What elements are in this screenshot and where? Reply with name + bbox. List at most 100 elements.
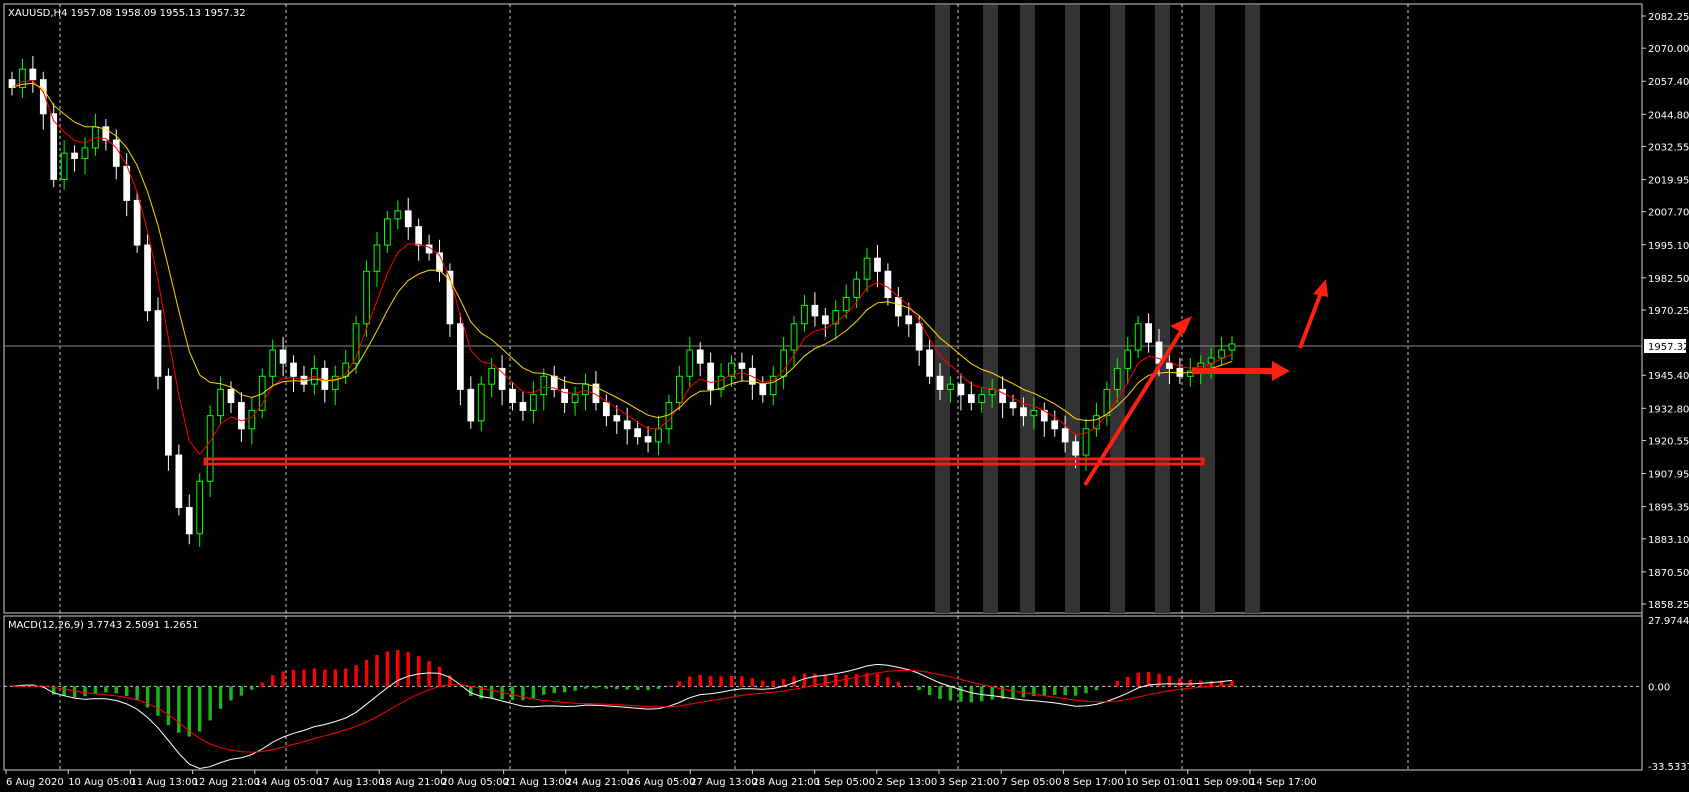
- candle-body: [926, 349, 933, 377]
- candle-body: [707, 362, 714, 390]
- candle-body: [874, 257, 881, 272]
- ma-fast-line: [11, 80, 1233, 456]
- candle-body: [467, 388, 475, 422]
- candle-body: [842, 297, 850, 312]
- time-label: 26 Aug 05:00: [628, 777, 695, 788]
- candle-body: [644, 436, 652, 443]
- candle-body: [238, 402, 245, 430]
- session-band: [1065, 5, 1080, 613]
- candle-body: [154, 310, 162, 377]
- time-label: 14 Sep 17:00: [1250, 777, 1317, 788]
- time-label: 3 Sep 21:00: [939, 777, 999, 788]
- candles: [8, 56, 1236, 547]
- session-band: [935, 5, 950, 613]
- price-label: 1883.10: [1648, 535, 1689, 546]
- candle-body: [999, 388, 1006, 404]
- candle-body: [936, 375, 944, 390]
- candle-body: [133, 199, 141, 246]
- session-band: [1155, 5, 1170, 613]
- candle-body: [905, 315, 913, 325]
- arrowhead-up-1: [1170, 316, 1192, 334]
- moving-averages: [11, 80, 1233, 456]
- candle-body: [967, 394, 975, 404]
- candle-body: [884, 270, 892, 299]
- candle-body: [1061, 428, 1069, 443]
- price-label: 2082.25: [1648, 12, 1689, 23]
- macd-axis: 27.9744 0.00 -33.5337: [1648, 616, 1689, 773]
- price-axis: 2082.25 2070.00 2057.40 2044.80 2032.55 2019.…: [1642, 12, 1689, 611]
- price-label: 1870.50: [1648, 568, 1689, 579]
- session-band: [983, 5, 998, 613]
- price-label: 1970.25: [1648, 306, 1689, 317]
- time-label: 8 Sep 17:00: [1063, 777, 1123, 788]
- candle-body: [571, 394, 579, 404]
- macd-line: [11, 663, 1233, 770]
- candle-body: [582, 383, 589, 396]
- time-label: 11 Aug 13:00: [130, 777, 197, 788]
- time-label: 20 Aug 05:00: [441, 777, 508, 788]
- price-label: 2044.80: [1648, 110, 1689, 121]
- candle-body: [602, 402, 610, 417]
- time-label: 24 Aug 21:00: [566, 777, 633, 788]
- candle-body: [1113, 367, 1121, 390]
- time-label: 10 Sep 01:00: [1126, 777, 1193, 788]
- candle-body: [269, 349, 277, 377]
- session-band: [1200, 5, 1215, 613]
- candle-body: [415, 226, 423, 246]
- candle-body: [957, 383, 965, 396]
- price-label: 1995.10: [1648, 241, 1689, 252]
- trading-chart[interactable]: XAUUSD,H4 1957.08 1958.09 1955.13 1957.3…: [0, 0, 1689, 792]
- time-label: 12 Aug 21:00: [193, 777, 260, 788]
- price-label: 2019.95: [1648, 176, 1689, 187]
- session-bands: [935, 5, 1260, 613]
- candle-body: [1051, 420, 1059, 430]
- candle-body: [738, 362, 746, 369]
- candle-body: [373, 244, 381, 272]
- candle-body: [1166, 362, 1173, 369]
- candle-body: [29, 68, 37, 81]
- session-band: [1110, 5, 1125, 613]
- macd-indicator: [4, 649, 1642, 770]
- candle-body: [978, 394, 986, 404]
- support-line[interactable]: [203, 457, 1205, 466]
- macd-scale-label: 0.00: [1648, 682, 1670, 693]
- candle-body: [894, 297, 902, 317]
- current-price-tag-text: 1957.32: [1648, 342, 1689, 353]
- candle-body: [175, 454, 183, 509]
- price-pane-frame: [3, 3, 1643, 614]
- price-label: 1945.40: [1648, 371, 1689, 382]
- arrow-up-2[interactable]: [1298, 289, 1324, 349]
- candle-body: [279, 349, 287, 364]
- candle-body: [853, 278, 860, 299]
- ma-slow-line: [11, 82, 1233, 422]
- candle-body: [81, 147, 89, 159]
- candle-body: [1228, 343, 1236, 351]
- candle-body: [915, 323, 923, 351]
- arrowhead-up-2: [1313, 279, 1328, 297]
- candle-body: [457, 323, 464, 390]
- candle-body: [530, 394, 537, 411]
- candle-body: [248, 409, 256, 430]
- candle-body: [321, 367, 329, 390]
- candle-body: [623, 420, 631, 430]
- candle-body: [790, 323, 798, 351]
- candle-body: [394, 210, 402, 220]
- time-label: 10 Aug 05:00: [68, 777, 135, 788]
- candle-body: [947, 383, 954, 390]
- price-label: 1895.35: [1648, 503, 1689, 514]
- macd-scale-label: -33.5337: [1648, 762, 1689, 773]
- price-label: 1907.95: [1648, 470, 1689, 481]
- candle-body: [811, 304, 819, 317]
- candle-body: [509, 388, 516, 404]
- candle-body: [1134, 323, 1142, 351]
- time-axis: 6 Aug 2020 10 Aug 05:0011 Aug 13:0012 Aug…: [5, 770, 1317, 788]
- candle-body: [613, 415, 621, 422]
- chart-header: XAUUSD,H4 1957.08 1958.09 1955.13 1957.3…: [8, 8, 246, 19]
- time-label: 27 Aug 13:00: [690, 777, 757, 788]
- time-label: 18 Aug 21:00: [379, 777, 446, 788]
- candle-body: [112, 139, 120, 167]
- candle-body: [477, 383, 485, 422]
- candle-body: [1020, 407, 1027, 417]
- time-label: 2 Sep 13:00: [877, 777, 937, 788]
- candle-body: [488, 367, 496, 385]
